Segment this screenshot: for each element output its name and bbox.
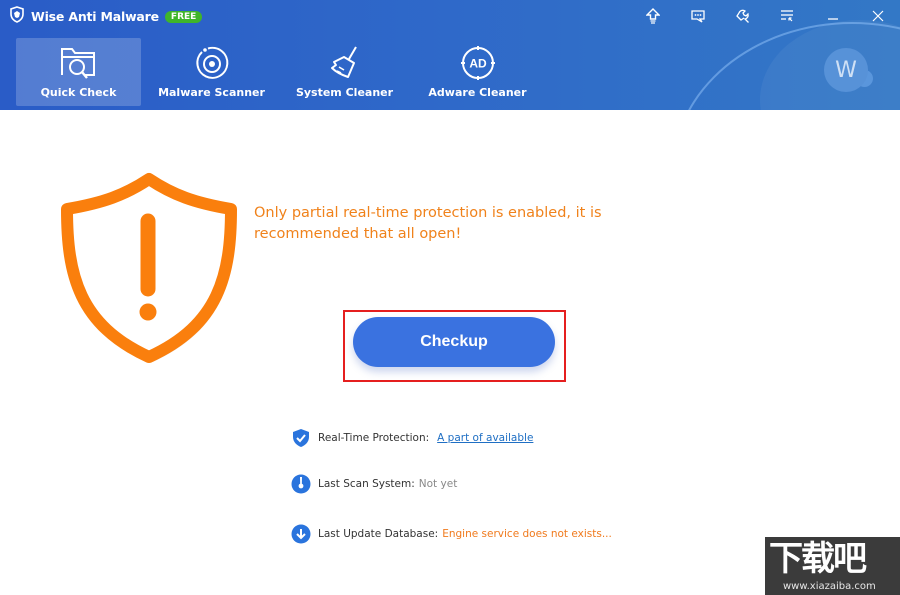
nav-system-cleaner[interactable]: System Cleaner xyxy=(282,38,407,106)
nav-label: Adware Cleaner xyxy=(428,86,527,99)
settings-button[interactable] xyxy=(720,5,765,27)
warning-shield-icon xyxy=(55,165,245,374)
header: Wise Anti Malware FREE Quick Check Malwa… xyxy=(0,0,900,110)
app-title: Wise Anti Malware xyxy=(31,9,159,24)
menu-button[interactable] xyxy=(765,5,810,27)
scan-gauge-icon xyxy=(291,474,311,494)
nav-label: Malware Scanner xyxy=(158,86,265,99)
app-logo-icon xyxy=(9,6,25,27)
upgrade-button[interactable] xyxy=(630,5,675,27)
window-controls xyxy=(630,5,900,27)
free-badge: FREE xyxy=(164,10,203,23)
nav-label: System Cleaner xyxy=(295,86,394,99)
status-realtime-protection: Real-Time Protection: A part of availabl… xyxy=(291,428,533,448)
checkup-button[interactable]: Checkup xyxy=(353,317,555,367)
nav-quick-check[interactable]: Quick Check xyxy=(16,38,141,106)
shield-check-icon xyxy=(291,428,311,448)
close-icon xyxy=(872,10,883,22)
broom-icon xyxy=(330,46,357,78)
download-arrow-icon xyxy=(291,524,311,544)
ad-icon: AD xyxy=(460,46,495,80)
last-update-value: Engine service does not exists... xyxy=(442,528,612,540)
watermark-logo: 下载吧 xyxy=(769,539,867,579)
status-label: Last Update Database: xyxy=(318,528,439,540)
feedback-icon xyxy=(690,9,705,23)
title-bar: Wise Anti Malware FREE xyxy=(9,6,203,27)
nav-malware-scanner[interactable]: Malware Scanner xyxy=(149,38,274,106)
protection-warning-text: Only partial real-time protection is ena… xyxy=(254,205,602,242)
upgrade-icon xyxy=(645,8,660,24)
main-nav: Quick Check Malware Scanner System Clean… xyxy=(16,38,548,106)
svg-text:AD: AD xyxy=(469,57,487,71)
feedback-button[interactable] xyxy=(675,5,720,27)
last-scan-value: Not yet xyxy=(418,478,458,490)
minimize-icon xyxy=(827,18,838,20)
folder-search-icon xyxy=(60,48,95,79)
status-label: Last Scan System: xyxy=(318,478,415,490)
nav-adware-cleaner[interactable]: AD Adware Cleaner xyxy=(415,38,540,106)
realtime-protection-link[interactable]: A part of available xyxy=(437,432,533,444)
settings-icon xyxy=(735,9,749,23)
menu-icon xyxy=(781,10,793,22)
status-last-scan: Last Scan System: Not yet xyxy=(291,474,457,494)
nav-label: Quick Check xyxy=(40,86,117,99)
status-label: Real-Time Protection: xyxy=(318,432,430,444)
close-button[interactable] xyxy=(855,5,900,27)
watermark: 下载吧 www.xiazaiba.com xyxy=(765,537,900,595)
scanner-icon xyxy=(195,46,228,79)
status-last-update: Last Update Database: Engine service doe… xyxy=(291,524,612,544)
minimize-button[interactable] xyxy=(810,5,855,27)
user-avatar[interactable]: W xyxy=(824,48,868,92)
watermark-url: www.xiazaiba.com xyxy=(783,581,876,592)
